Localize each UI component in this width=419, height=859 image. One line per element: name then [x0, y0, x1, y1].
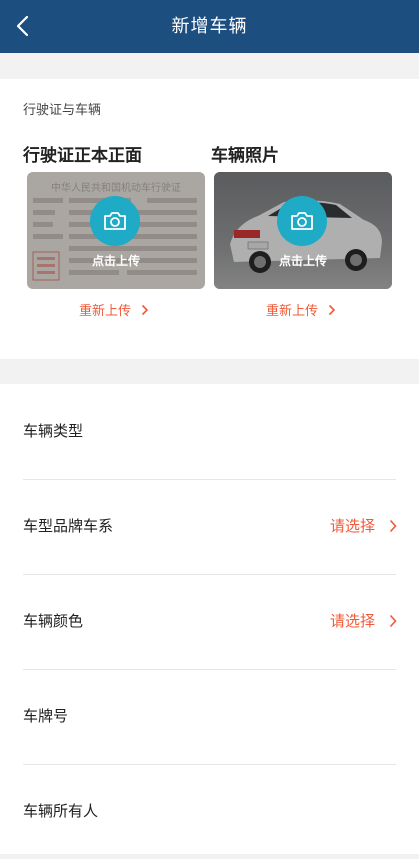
form-row-label: 车辆所有人	[23, 802, 99, 820]
license-upload-tile[interactable]: 中华人民共和国机动车行驶证 点击上传	[27, 172, 205, 289]
form-row-vehicle-color[interactable]: 车辆颜色 请选择	[0, 574, 419, 669]
license-title: 行驶证正本正面	[23, 146, 142, 166]
camera-icon	[104, 212, 126, 230]
camera-icon	[291, 212, 313, 230]
camera-button[interactable]	[90, 196, 140, 246]
vehicle-reupload-link[interactable]: 重新上传	[266, 300, 336, 319]
form-row-brand-series[interactable]: 车型品牌车系 请选择	[0, 479, 419, 574]
form-row-vehicle-owner[interactable]: 车辆所有人	[0, 764, 419, 859]
reupload-label: 重新上传	[79, 304, 132, 319]
form-row-label: 车型品牌车系	[23, 517, 114, 535]
chevron-right-icon	[389, 519, 397, 533]
form-row-label: 车牌号	[23, 707, 69, 725]
camera-button[interactable]	[277, 196, 327, 246]
form-row-label: 车辆类型	[23, 422, 84, 440]
nav-bar: 新增车辆	[0, 0, 419, 53]
vehicle-photo-title: 车辆照片	[211, 146, 279, 166]
form-row-vehicle-type[interactable]: 车辆类型	[0, 384, 419, 479]
tap-to-upload-label: 点击上传	[91, 254, 140, 268]
form-row-label: 车辆颜色	[23, 612, 84, 630]
tap-to-upload-label: 点击上传	[278, 254, 327, 268]
vehicle-form: 车辆类型 车型品牌车系 请选择 车辆颜色 请选择 车牌号 车辆所有人	[0, 384, 419, 854]
upload-card: 行驶证与车辆 行驶证正本正面 车辆照片 中华人民共和国机动车行驶证 点击上传 点…	[0, 79, 419, 359]
page-title: 新增车辆	[171, 16, 248, 37]
chevron-right-icon	[141, 304, 149, 315]
select-placeholder: 请选择	[329, 517, 375, 535]
reupload-label: 重新上传	[266, 304, 319, 319]
chevron-right-icon	[328, 304, 336, 315]
section-label: 行驶证与车辆	[23, 103, 102, 118]
license-reupload-link[interactable]: 重新上传	[79, 300, 149, 319]
vehicle-upload-tile[interactable]: 点击上传	[214, 172, 392, 289]
form-row-plate-number[interactable]: 车牌号	[0, 669, 419, 764]
select-placeholder: 请选择	[329, 612, 375, 630]
chevron-right-icon	[389, 614, 397, 628]
